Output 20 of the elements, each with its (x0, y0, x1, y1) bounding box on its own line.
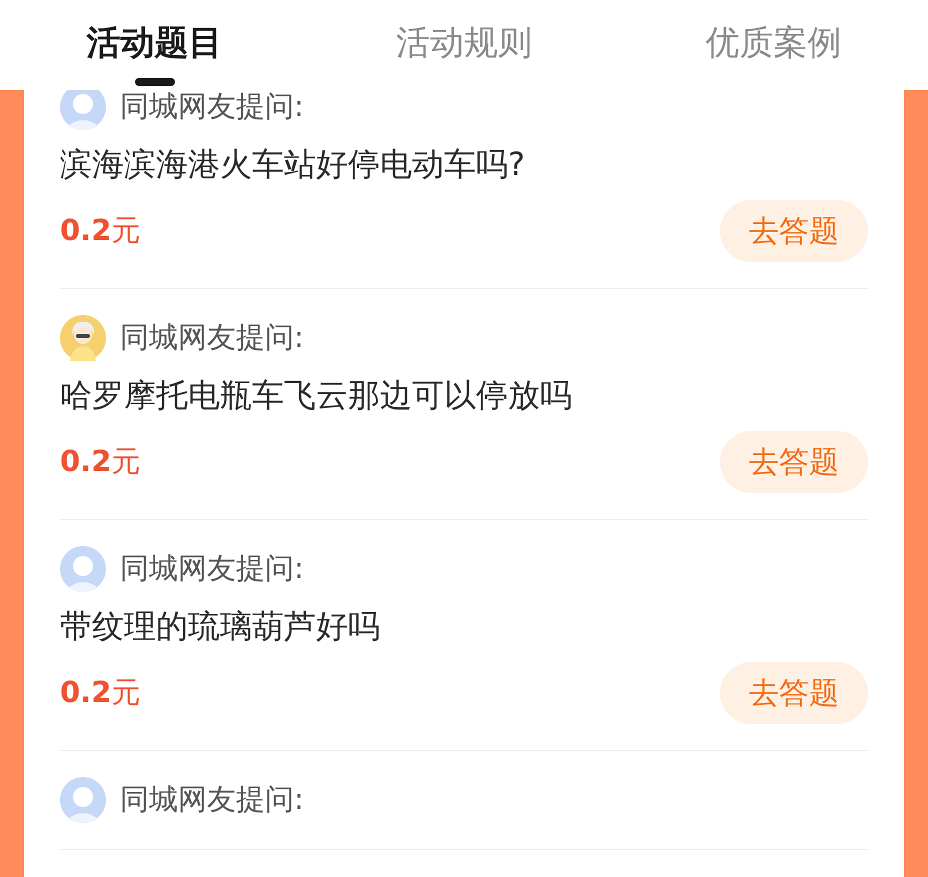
question-text: 哈罗摩托电瓶车飞云那边可以停放吗 (60, 375, 573, 416)
answer-button[interactable]: 去答题 (720, 662, 868, 724)
answer-button[interactable]: 去答题 (720, 200, 868, 262)
reward-amount: 0.2元 (60, 674, 140, 711)
tab[interactable]: 活动题目 (86, 22, 223, 64)
avatar-icon (60, 546, 106, 592)
avatar-icon (60, 777, 106, 823)
answer-button[interactable]: 去答题 (720, 431, 868, 493)
tab-indicator (134, 78, 175, 86)
reward-amount: 0.2元 (60, 212, 140, 249)
question-text: 滨海滨海港火车站好停电动车吗? (60, 144, 526, 185)
asker-label: 同城网友提问: (120, 319, 304, 356)
reward-amount: 0.2元 (60, 443, 140, 480)
asker-label: 同城网友提问: (120, 550, 304, 587)
tab[interactable]: 活动规则 (396, 22, 532, 64)
avatar-icon (60, 315, 106, 361)
asker-label: 同城网友提问: (120, 90, 304, 125)
question-text: 带纹理的琉璃葫芦好吗 (60, 606, 381, 647)
tab[interactable]: 优质案例 (705, 22, 842, 64)
asker-label: 同城网友提问: (120, 781, 304, 818)
